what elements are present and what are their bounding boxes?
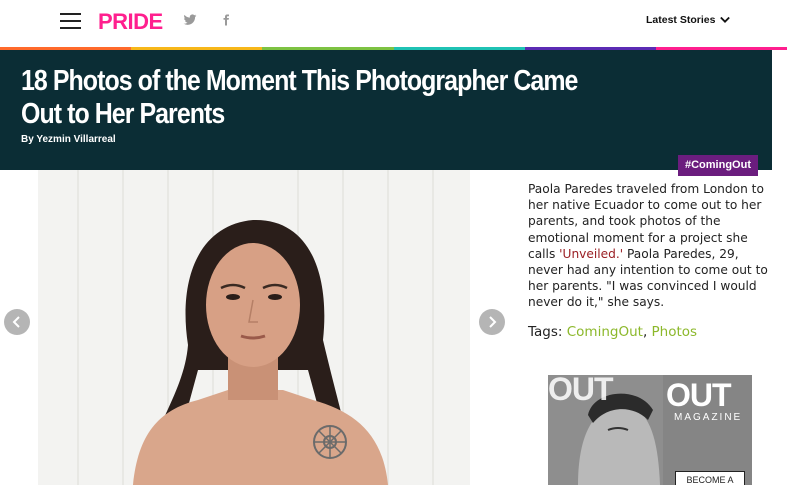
tags-separator: , bbox=[642, 324, 648, 340]
facebook-icon[interactable] bbox=[220, 13, 236, 29]
site-logo[interactable]: PRIDE bbox=[98, 9, 163, 35]
article-description: Paola Paredes traveled from London to he… bbox=[528, 181, 773, 311]
previous-photo-button[interactable] bbox=[4, 309, 30, 335]
ad-become-button[interactable]: BECOME A bbox=[675, 471, 745, 485]
ad-out-wordmark: OUT bbox=[666, 377, 732, 413]
latest-stories-label: Latest Stories bbox=[646, 14, 716, 26]
next-photo-button[interactable] bbox=[479, 309, 505, 335]
article-header: 18 Photos of the Moment This Photographe… bbox=[0, 50, 772, 176]
twitter-icon[interactable] bbox=[183, 13, 199, 29]
chevron-right-icon bbox=[489, 316, 497, 328]
article-photo[interactable] bbox=[38, 170, 470, 485]
portrait-image bbox=[38, 170, 470, 485]
out-magazine-ad[interactable]: OUT OUT MAGAZINE BECOME A bbox=[548, 375, 752, 485]
tag-link-comingout[interactable]: ComingOut bbox=[567, 324, 643, 340]
ad-out-wordmark-left: OUT bbox=[548, 375, 614, 407]
tag-link-photos[interactable]: Photos bbox=[652, 324, 698, 340]
top-navigation: PRIDE Latest Stories bbox=[0, 0, 787, 48]
article-tags: Tags: ComingOut, Photos bbox=[528, 324, 697, 340]
article-byline[interactable]: By Yezmin Villarreal bbox=[21, 134, 116, 145]
tags-label: Tags: bbox=[528, 324, 563, 340]
chevron-left-icon bbox=[12, 316, 20, 328]
hamburger-menu-icon[interactable] bbox=[60, 13, 81, 29]
latest-stories-dropdown[interactable]: Latest Stories bbox=[646, 14, 731, 26]
article-title: 18 Photos of the Moment This Photographe… bbox=[21, 65, 578, 130]
ad-magazine-label: MAGAZINE bbox=[674, 412, 743, 423]
coming-out-tag-badge[interactable]: #ComingOut bbox=[678, 155, 758, 176]
unveiled-link[interactable]: 'Unveiled.' bbox=[559, 247, 623, 261]
chevron-down-icon bbox=[720, 16, 731, 23]
ad-cover-image: OUT bbox=[548, 375, 663, 485]
